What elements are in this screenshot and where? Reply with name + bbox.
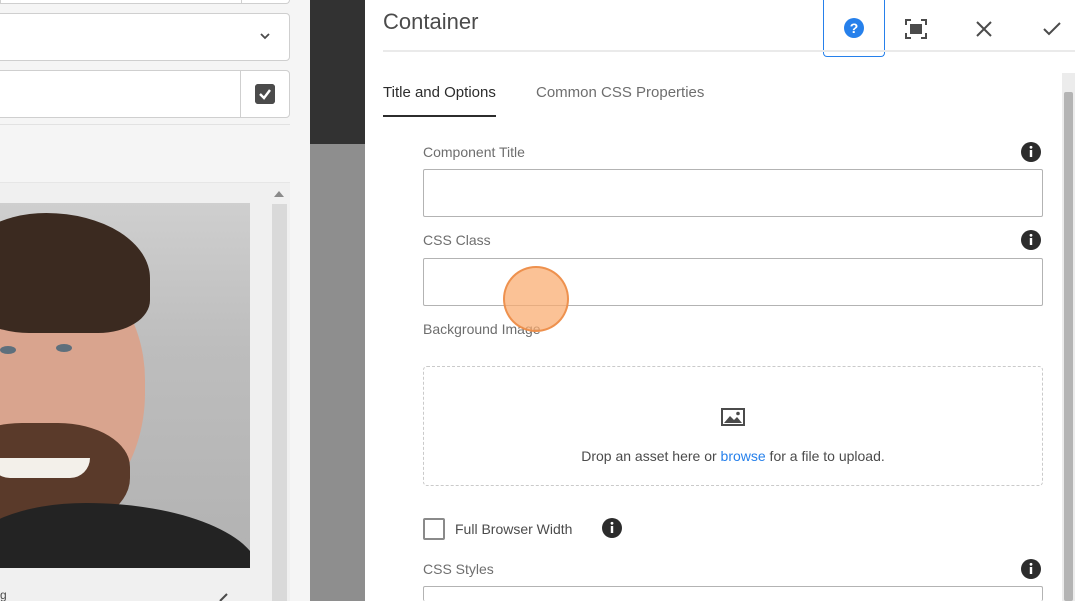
done-button[interactable] xyxy=(1021,0,1075,57)
container-dialog: Container ? Title and Options Common CSS… xyxy=(365,0,1075,601)
asset-dropzone[interactable]: Drop an asset here or browse for a file … xyxy=(423,366,1043,486)
pencil-icon[interactable] xyxy=(219,593,228,601)
left-caption: g xyxy=(0,588,7,601)
active-tab-indicator xyxy=(383,115,496,117)
dialog-scrollbar-thumb[interactable] xyxy=(1064,92,1073,601)
close-button[interactable] xyxy=(953,0,1015,57)
css-styles-label: CSS Styles xyxy=(423,561,494,577)
info-icon[interactable] xyxy=(1021,230,1041,250)
modal-backdrop xyxy=(310,0,365,144)
click-indicator xyxy=(503,266,569,332)
help-button[interactable]: ? xyxy=(823,0,885,57)
info-icon[interactable] xyxy=(1021,142,1041,162)
left-input-field[interactable] xyxy=(0,70,290,118)
checkmark-icon xyxy=(1043,21,1061,35)
css-styles-select[interactable] xyxy=(423,586,1043,601)
background-panel: g xyxy=(0,0,310,601)
modal-backdrop-lower xyxy=(310,144,365,601)
tab-common-css-properties[interactable]: Common CSS Properties xyxy=(536,84,704,101)
profile-photo xyxy=(0,203,250,568)
svg-text:?: ? xyxy=(850,20,859,36)
css-class-label: CSS Class xyxy=(423,232,491,248)
component-title-label: Component Title xyxy=(423,144,525,160)
scroll-up-icon[interactable] xyxy=(274,191,284,197)
component-title-input[interactable] xyxy=(423,169,1043,217)
browse-link[interactable]: browse xyxy=(721,448,766,464)
full-browser-width-checkbox[interactable] xyxy=(423,518,445,540)
checkbox-checked-icon[interactable] xyxy=(255,84,275,104)
chevron-down-icon xyxy=(260,33,270,40)
fullscreen-icon xyxy=(905,18,927,39)
full-browser-width-label: Full Browser Width xyxy=(455,521,573,537)
info-icon[interactable] xyxy=(602,518,622,538)
left-dropdown[interactable] xyxy=(0,13,290,61)
close-icon xyxy=(976,20,992,37)
dialog-title: Container xyxy=(383,9,479,34)
fullscreen-button[interactable] xyxy=(885,0,947,57)
left-top-field xyxy=(0,0,290,4)
tab-title-and-options[interactable]: Title and Options xyxy=(383,84,496,101)
dropzone-text: Drop an asset here or browse for a file … xyxy=(581,448,885,464)
help-icon: ? xyxy=(844,18,864,38)
left-scrollbar[interactable] xyxy=(272,204,287,601)
info-icon[interactable] xyxy=(1021,559,1041,579)
image-icon xyxy=(721,408,745,426)
